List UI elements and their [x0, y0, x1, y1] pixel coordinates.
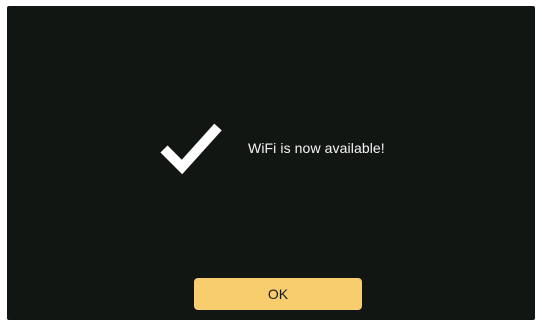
checkmark-icon	[160, 123, 222, 175]
status-message: WiFi is now available!	[248, 140, 385, 156]
status-row: WiFi is now available!	[7, 110, 535, 180]
ok-button[interactable]: OK	[194, 278, 362, 310]
wifi-status-dialog: WiFi is now available! OK	[7, 6, 535, 320]
